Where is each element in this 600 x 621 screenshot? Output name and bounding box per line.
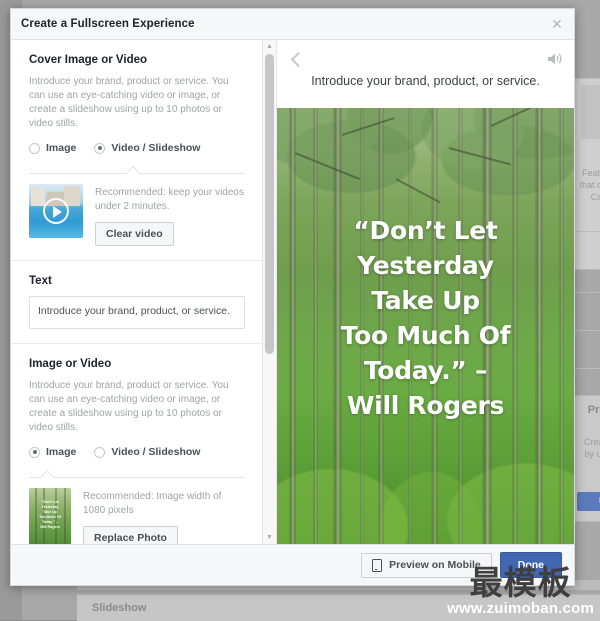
replace-photo-button[interactable]: Replace Photo [83, 526, 178, 544]
cover-section-description: Introduce your brand, product or service… [29, 75, 245, 131]
phone-icon [372, 559, 382, 572]
cover-recommendation-text: Recommended: keep your videos under 2 mi… [95, 186, 245, 214]
preview-on-mobile-button[interactable]: Preview on Mobile [361, 553, 492, 578]
cover-radio-video-label: Video / Slideshow [111, 142, 200, 154]
form-panel: Cover Image or Video Introduce your bran… [11, 40, 277, 544]
background-collection-title: Collection [571, 149, 600, 161]
dialog-footer: Preview on Mobile Done [11, 544, 574, 585]
cover-radio-image-label: Image [46, 142, 76, 154]
background-products-title: Products (Catalog) [571, 404, 600, 416]
speaker-icon[interactable] [546, 52, 564, 66]
radio-dot-icon [94, 447, 105, 458]
play-icon[interactable] [43, 198, 69, 224]
background-card-image [581, 85, 600, 139]
caret-up-icon [41, 470, 54, 478]
background-use-template-button[interactable]: Use Template [577, 492, 600, 511]
text-section: Text [11, 261, 263, 344]
image-radio-video-slideshow[interactable]: Video / Slideshow [94, 446, 200, 458]
background-card-separator [571, 231, 600, 232]
background-collection-desc: Feature a group of items that open into … [571, 167, 600, 203]
quote-line: Will Rogers [347, 391, 504, 420]
quote-line: “Don’t Let [353, 216, 497, 245]
photo-thumbnail[interactable]: “Don’t LetYesterdayTake UpToo Much OfTod… [29, 488, 71, 544]
dialog-body: Cover Image or Video Introduce your bran… [11, 40, 574, 544]
quote-line: Yesterday [357, 251, 493, 280]
preview-on-mobile-label: Preview on Mobile [389, 559, 481, 571]
form-scrollbar[interactable]: ▲ ▼ [262, 40, 276, 544]
image-media-row: “Don’t LetYesterdayTake UpToo Much OfTod… [29, 488, 245, 544]
thumbnail-building-left [31, 188, 45, 206]
cover-media-meta: Recommended: keep your videos under 2 mi… [95, 184, 245, 246]
background-collection-link[interactable]: Go to Canvas [571, 241, 600, 253]
radio-dot-icon [29, 143, 40, 154]
thumbnail-quote-text: “Don’t LetYesterdayTake UpToo Much OfTod… [32, 500, 68, 530]
image-recommendation-text: Recommended: Image width of 1080 pixels [83, 490, 245, 518]
clear-video-button[interactable]: Clear video [95, 222, 174, 246]
cover-radio-image[interactable]: Image [29, 142, 76, 154]
radio-dot-selected-icon [29, 447, 40, 458]
background-slideshow-title: Slideshow [92, 602, 146, 614]
create-fullscreen-experience-dialog: Create a Fullscreen Experience ✕ Cover I… [10, 8, 575, 586]
quote-line: Too Much Of [341, 321, 511, 350]
scrollbar-thumb[interactable] [265, 54, 274, 354]
image-media-type-radio-group: Image Video / Slideshow [29, 446, 245, 458]
background-slideshow-card[interactable]: Slideshow [77, 594, 600, 621]
cover-image-or-video-section: Cover Image or Video Introduce your bran… [11, 40, 263, 261]
video-thumbnail[interactable] [29, 184, 83, 238]
dialog-header: Create a Fullscreen Experience ✕ [11, 9, 574, 40]
dialog-title: Create a Fullscreen Experience [21, 18, 195, 30]
divider-line [29, 477, 245, 478]
cover-section-heading: Cover Image or Video [29, 54, 245, 66]
preview-image-canvas[interactable]: “Don’t Let Yesterday Take Up Too Much Of Tod… [277, 108, 574, 544]
quote-line: Today.” – [364, 356, 487, 385]
image-section-description: Introduce your brand, product or service… [29, 379, 245, 435]
radio-dot-selected-icon [94, 143, 105, 154]
caret-up-icon [127, 166, 140, 174]
image-radio-video-label: Video / Slideshow [111, 446, 200, 458]
chevron-left-icon[interactable] [287, 50, 305, 68]
form-scroll-content: Cover Image or Video Introduce your bran… [11, 40, 263, 544]
cover-media-row: Recommended: keep your videos under 2 mi… [29, 184, 245, 246]
image-section-heading: Image or Video [29, 358, 245, 370]
close-icon[interactable]: ✕ [549, 16, 565, 32]
preview-headline-text: Introduce your brand, product, or servic… [279, 74, 572, 88]
cover-radio-video-slideshow[interactable]: Video / Slideshow [94, 142, 200, 154]
cover-selection-caret-divider [29, 163, 245, 174]
scroll-up-arrow-icon[interactable]: ▲ [263, 40, 276, 53]
preview-header: Introduce your brand, product, or servic… [277, 40, 574, 108]
text-section-heading: Text [29, 275, 245, 287]
image-selection-caret-divider [29, 467, 245, 478]
preview-panel: Introduce your brand, product, or servic… [277, 40, 574, 544]
image-media-meta: Recommended: Image width of 1080 pixels … [83, 488, 245, 544]
quote-overlay-text: “Don’t Let Yesterday Take Up Too Much Of Tod… [277, 213, 574, 423]
quote-line: Take Up [371, 286, 479, 315]
background-products-desc: Create a mobile experience by using prod… [571, 436, 600, 472]
text-input[interactable] [29, 296, 245, 329]
scroll-down-arrow-icon[interactable]: ▼ [263, 531, 276, 544]
done-button[interactable]: Done [500, 552, 562, 578]
image-radio-image-label: Image [46, 446, 76, 458]
image-or-video-section: Image or Video Introduce your brand, pro… [11, 344, 263, 544]
cover-media-type-radio-group: Image Video / Slideshow [29, 142, 245, 154]
image-radio-image[interactable]: Image [29, 446, 76, 458]
